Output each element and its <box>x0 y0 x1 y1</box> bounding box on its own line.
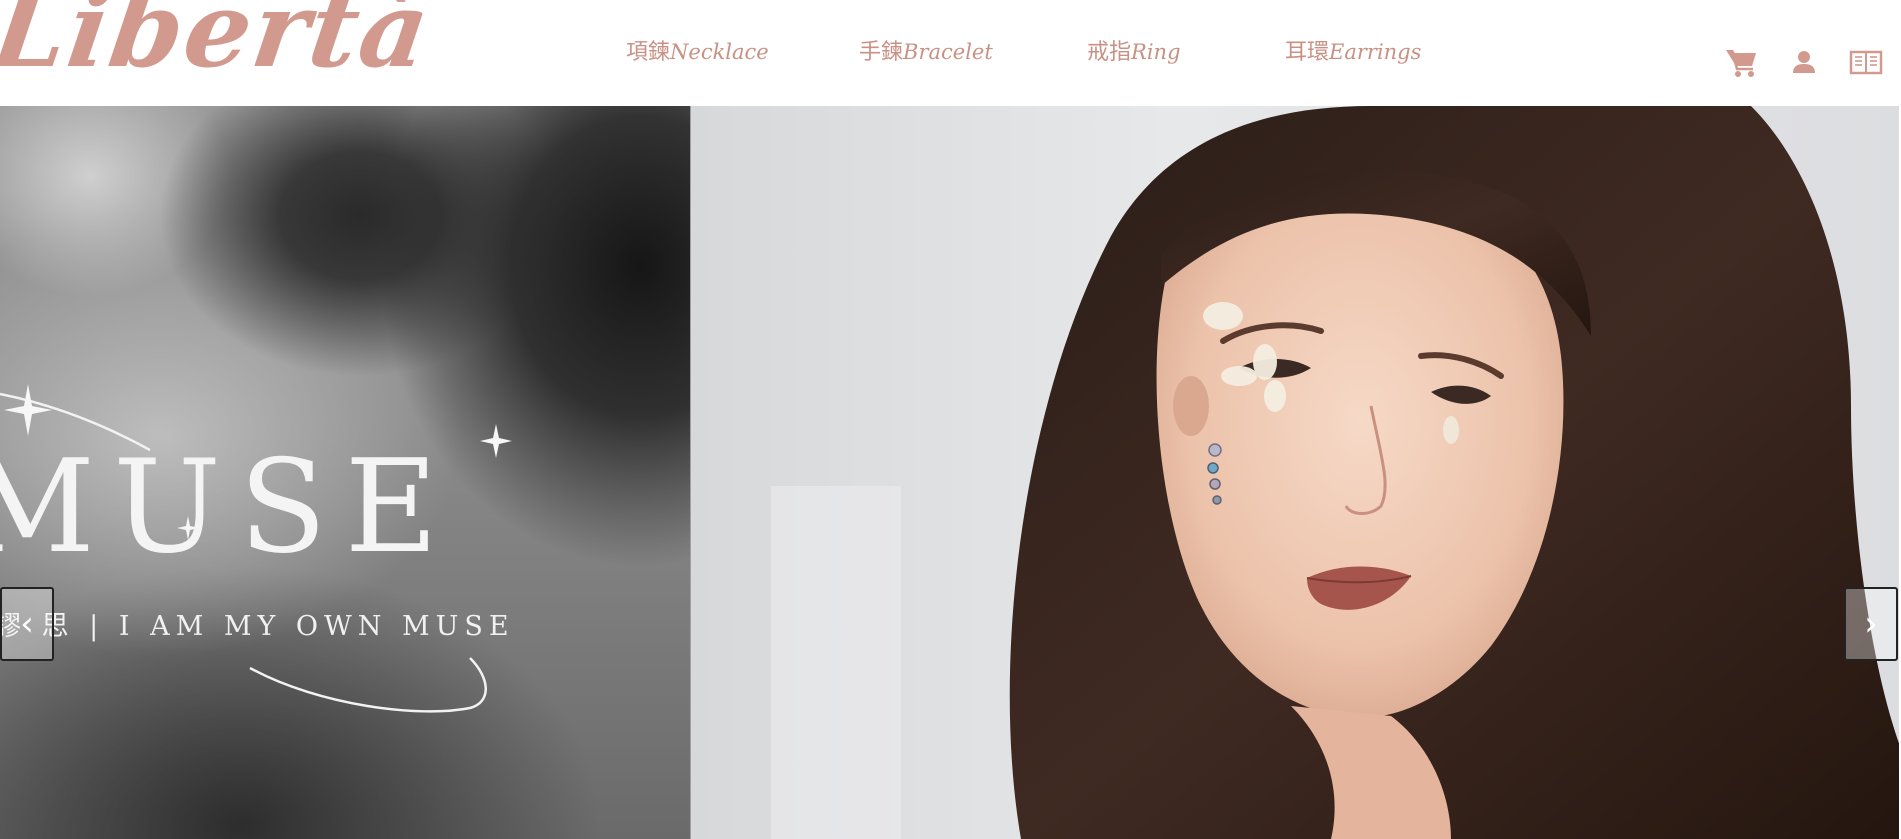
carousel-prev-button[interactable]: ‹ <box>0 587 54 661</box>
model-portrait-image <box>691 106 1899 839</box>
slide-tagline: 謬 思 | I AM MY OWN MUSE <box>0 611 515 642</box>
nav-item-ring[interactable]: 戒指 Ring <box>1087 34 1181 70</box>
nav-item-earrings-en: Earrings <box>1329 40 1422 64</box>
cart-icon <box>1726 49 1756 77</box>
nav-item-bracelet-zh: 手鍊 <box>859 40 904 65</box>
menu-book-icon <box>1849 50 1883 75</box>
chevron-right-icon: › <box>1864 604 1878 644</box>
nav-item-necklace[interactable]: 項鍊 Necklace <box>626 34 769 70</box>
nav-item-necklace-zh: 項鍊 <box>626 40 671 65</box>
nav-item-bracelet-en: Bracelet <box>903 40 993 64</box>
hero-carousel: MUSE 謬 思 | I AM MY OWN MUSE ‹ › <box>0 106 1899 839</box>
nav-item-necklace-en: Necklace <box>670 40 769 64</box>
user-icon <box>1793 51 1815 73</box>
nav-item-bracelet[interactable]: 手鍊 Bracelet <box>859 34 993 70</box>
nav-item-earrings[interactable]: 耳環 Earrings <box>1285 34 1421 70</box>
carousel-next-button[interactable]: › <box>1844 587 1898 661</box>
site-header: Libertà 項鍊 Necklace 手鍊 Bracelet 戒指 Ring 耳環 E… <box>0 0 1901 106</box>
nav-item-ring-en: Ring <box>1131 40 1181 64</box>
nav-item-earrings-zh: 耳環 <box>1285 40 1330 65</box>
page: Libertà 項鍊 Necklace 手鍊 Bracelet 戒指 Ring 耳環 E… <box>0 0 1901 839</box>
nav-item-ring-zh: 戒指 <box>1087 40 1132 65</box>
chevron-left-icon: ‹ <box>20 604 34 644</box>
menu-button[interactable] <box>1846 42 1886 82</box>
slide-title: MUSE <box>0 433 457 582</box>
slide-model-portrait[interactable] <box>690 106 1899 839</box>
main-nav: 項鍊 Necklace 手鍊 Bracelet 戒指 Ring 耳環 Earrings <box>0 34 1901 74</box>
cart-button[interactable] <box>1722 42 1762 82</box>
account-button[interactable] <box>1784 42 1824 82</box>
slide-muse[interactable]: MUSE 謬 思 | I AM MY OWN MUSE <box>0 106 690 839</box>
